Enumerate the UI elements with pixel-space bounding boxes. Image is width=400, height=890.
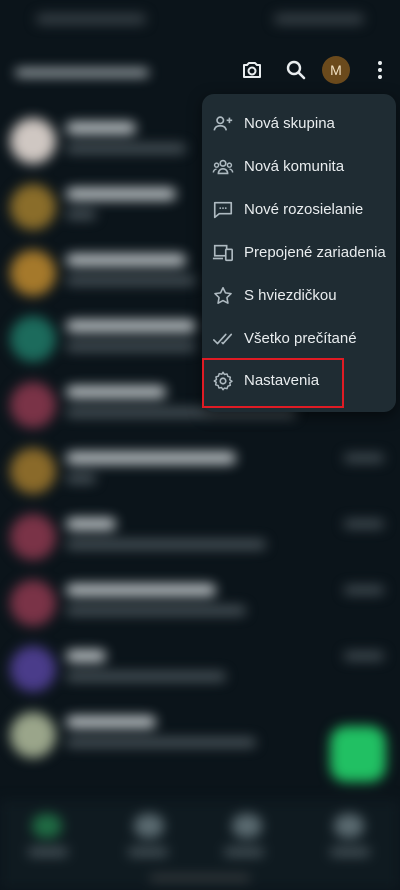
community-icon — [212, 159, 234, 175]
new-chat-fab-blurred — [330, 726, 386, 782]
menu-item-label: Nové rozosielanie — [244, 201, 364, 218]
menu-item-label: Všetko prečítané — [244, 330, 357, 347]
camera-icon[interactable] — [240, 58, 264, 82]
list-item — [0, 506, 400, 572]
menu-item-label: Nová skupina — [244, 115, 335, 132]
linked-devices-icon — [212, 244, 233, 262]
status-bar — [0, 0, 400, 40]
broadcast-icon — [213, 201, 233, 219]
double-check-icon — [213, 333, 233, 345]
menu-item-linked-devices[interactable]: Prepojené zariadenia — [202, 232, 396, 274]
menu-item-new-group[interactable]: Nová skupina — [202, 103, 396, 145]
menu-item-new-broadcast[interactable]: Nové rozosielanie — [202, 189, 396, 231]
list-item — [0, 638, 400, 704]
menu-item-mark-all-read[interactable]: Všetko prečítané — [202, 318, 396, 360]
more-options-icon[interactable] — [368, 58, 392, 82]
search-icon[interactable] — [284, 58, 308, 82]
app-title-blurred: ▬▬▬▬▬▬ — [16, 56, 148, 81]
add-group-icon — [213, 116, 233, 131]
settings-highlight-box — [202, 358, 344, 408]
menu-item-label: Nová komunita — [244, 158, 345, 175]
list-item — [0, 440, 400, 506]
star-icon — [214, 286, 232, 304]
menu-item-label: S hviezdičkou — [244, 287, 337, 304]
menu-item-label: Prepojené zariadenia — [244, 244, 386, 261]
menu-item-new-community[interactable]: Nová komunita — [202, 146, 396, 188]
list-item — [0, 572, 400, 638]
avatar[interactable]: M — [322, 56, 350, 84]
menu-item-starred[interactable]: S hviezdičkou — [202, 275, 396, 317]
